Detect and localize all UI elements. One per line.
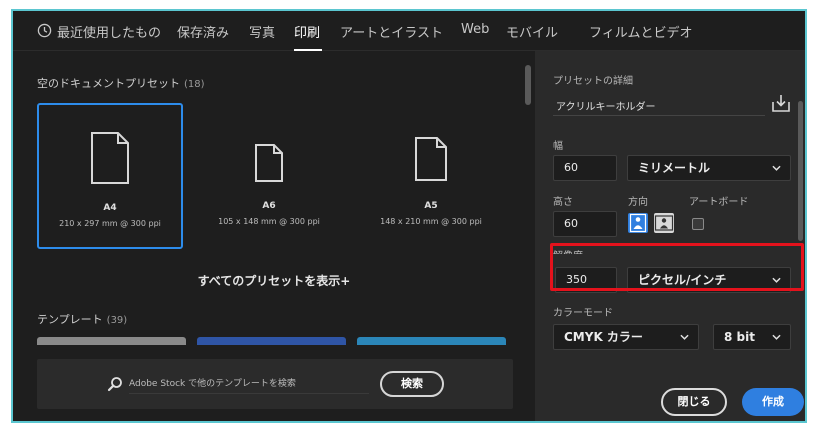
- clock-icon: [37, 23, 52, 38]
- unit-select[interactable]: ミリメートル: [627, 155, 791, 181]
- details-scrollbar[interactable]: [798, 101, 803, 241]
- stock-search-input[interactable]: Adobe Stock で他のテンプレートを検索: [129, 374, 369, 394]
- preset-card-a6[interactable]: A6 105 x 148 mm @ 300 ppi: [196, 103, 342, 249]
- preset-card-a4[interactable]: A4 210 x 297 mm @ 300 ppi: [37, 103, 183, 249]
- presets-scrollbar[interactable]: [525, 65, 531, 105]
- height-label: 高さ: [553, 197, 573, 208]
- tab-mobile[interactable]: モバイル: [506, 22, 558, 41]
- color-mode-select[interactable]: CMYK カラー: [553, 324, 699, 350]
- chevron-down-icon: [680, 334, 689, 340]
- blank-presets-heading: 空のドキュメントプリセット (18): [37, 77, 205, 90]
- tab-saved[interactable]: 保存済み: [177, 22, 229, 41]
- preset-size: 148 x 210 mm @ 300 ppi: [380, 217, 482, 226]
- stock-search-bar: Adobe Stock で他のテンプレートを検索 検索: [37, 359, 513, 409]
- name-underline: [553, 115, 765, 116]
- color-mode-label: カラーモード: [553, 308, 613, 319]
- bit-depth-select[interactable]: 8 bit: [713, 324, 791, 350]
- width-label: 幅: [553, 141, 563, 152]
- person-portrait-icon: [629, 213, 647, 233]
- new-document-dialog: 最近使用したもの 保存済み 写真 印刷 アートとイラスト Web モバイル フィ…: [11, 9, 807, 423]
- tab-photo[interactable]: 写真: [249, 22, 275, 41]
- show-all-presets-link[interactable]: すべてのプリセットを表示+: [13, 272, 535, 289]
- category-tabs: 最近使用したもの 保存済み 写真 印刷 アートとイラスト Web モバイル フィ…: [13, 11, 805, 51]
- document-icon: [255, 144, 283, 182]
- chevron-down-icon: [772, 334, 781, 340]
- preset-name: A6: [262, 201, 276, 211]
- document-icon: [91, 132, 129, 184]
- artboard-checkbox[interactable]: [692, 218, 704, 230]
- person-landscape-icon: [654, 215, 674, 231]
- document-icon: [415, 137, 447, 181]
- preset-size: 210 x 297 mm @ 300 ppi: [59, 219, 161, 228]
- templates-heading: テンプレート (39): [37, 313, 128, 326]
- presets-panel: 空のドキュメントプリセット (18) A4 210 x 297 mm @ 300 …: [13, 51, 535, 421]
- portrait-orientation-button[interactable]: [628, 213, 648, 233]
- save-preset-icon[interactable]: [771, 93, 791, 113]
- preset-name: A4: [103, 203, 117, 213]
- chevron-down-icon: [772, 165, 781, 171]
- template-thumbnail[interactable]: [197, 337, 346, 345]
- template-thumbnail[interactable]: [37, 337, 186, 345]
- orientation-label: 方向: [628, 197, 648, 208]
- tab-recent[interactable]: 最近使用したもの: [57, 22, 161, 41]
- close-button[interactable]: 閉じる: [661, 388, 727, 416]
- search-icon: [107, 377, 122, 392]
- resolution-highlight-box: [550, 243, 804, 291]
- template-thumbnail[interactable]: [357, 337, 506, 345]
- width-input[interactable]: 60: [553, 155, 617, 181]
- artboard-label: アートボード: [689, 197, 749, 208]
- landscape-orientation-button[interactable]: [654, 213, 674, 233]
- tab-art-illustration[interactable]: アートとイラスト: [340, 22, 443, 41]
- preset-name: A5: [424, 201, 438, 211]
- stock-search-button[interactable]: 検索: [380, 371, 444, 397]
- tab-film-video[interactable]: フィルムとビデオ: [589, 22, 692, 41]
- tab-print[interactable]: 印刷: [294, 22, 320, 41]
- tab-web[interactable]: Web: [461, 22, 489, 37]
- preset-name-input[interactable]: アクリルキーホルダー: [556, 98, 656, 113]
- preset-card-a5[interactable]: A5 148 x 210 mm @ 300 ppi: [358, 103, 504, 249]
- preset-details-panel: プリセットの詳細 アクリルキーホルダー 幅 60 ミリメートル 高さ 方向 アー…: [535, 51, 805, 421]
- height-input[interactable]: 60: [553, 211, 617, 237]
- create-button[interactable]: 作成: [742, 388, 804, 416]
- preset-details-heading: プリセットの詳細: [553, 76, 633, 87]
- preset-size: 105 x 148 mm @ 300 ppi: [218, 217, 320, 226]
